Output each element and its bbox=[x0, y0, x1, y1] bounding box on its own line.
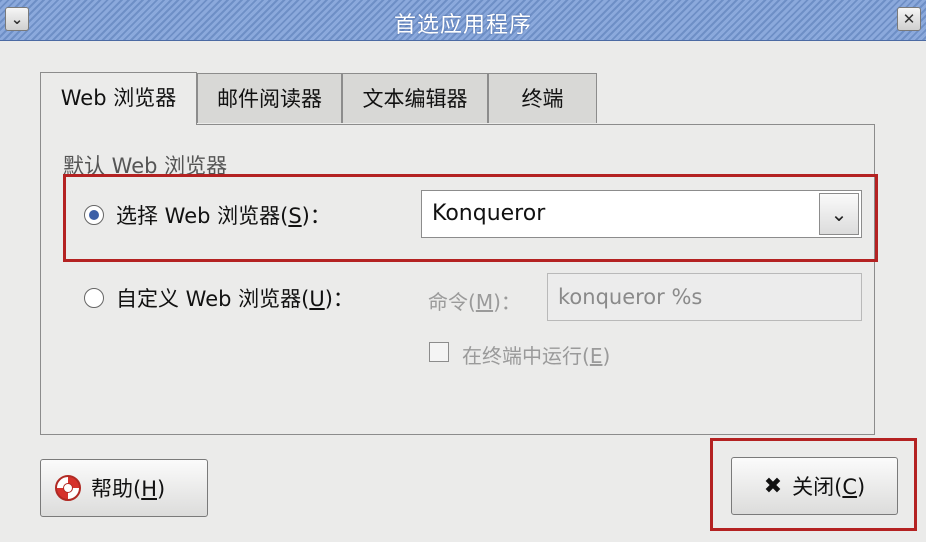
custom-browser-mnemonic: U bbox=[309, 287, 325, 311]
help-mnemonic: H bbox=[141, 477, 157, 501]
command-label: 命令(M)： bbox=[428, 286, 521, 315]
command-input-value: konqueror %s bbox=[558, 285, 703, 309]
command-mnemonic: M bbox=[475, 290, 494, 314]
help-button-label: 帮助(H) bbox=[91, 473, 165, 503]
command-label-text: 命令( bbox=[428, 290, 476, 314]
run-in-terminal-mnemonic: E bbox=[589, 344, 603, 368]
run-in-terminal-label[interactable]: 在终端中运行(E) bbox=[462, 340, 610, 369]
close-icon: ✕ bbox=[902, 10, 916, 28]
tab-web-browser[interactable]: Web 浏览器 bbox=[40, 72, 197, 125]
run-in-terminal-label-suffix: ) bbox=[602, 344, 611, 368]
custom-browser-label-text: 自定义 Web 浏览器( bbox=[116, 287, 310, 311]
run-in-terminal-label-text: 在终端中运行( bbox=[462, 344, 590, 368]
annotation-highlight-select-browser bbox=[63, 174, 878, 262]
custom-browser-radio[interactable] bbox=[84, 288, 104, 308]
command-input[interactable]: konqueror %s bbox=[547, 273, 862, 321]
help-label-text: 帮助( bbox=[91, 477, 142, 501]
lifebuoy-icon bbox=[55, 475, 81, 501]
tab-mail-reader[interactable]: 邮件阅读器 bbox=[197, 73, 342, 123]
custom-browser-label-suffix: )： bbox=[324, 287, 354, 311]
help-label-suffix: ) bbox=[157, 477, 166, 501]
annotation-highlight-close-button bbox=[710, 438, 917, 531]
custom-browser-label[interactable]: 自定义 Web 浏览器(U)： bbox=[116, 283, 354, 313]
help-button[interactable]: 帮助(H) bbox=[40, 459, 208, 517]
tab-terminal[interactable]: 终端 bbox=[488, 73, 597, 123]
title-bar[interactable]: ⌄ 首选应用程序 ✕ bbox=[0, 0, 926, 41]
window-close-button[interactable]: ✕ bbox=[897, 7, 921, 31]
command-label-suffix: )： bbox=[493, 290, 521, 314]
run-in-terminal-checkbox[interactable] bbox=[429, 342, 449, 362]
window-title: 首选应用程序 bbox=[393, 13, 532, 38]
tab-text-editor[interactable]: 文本编辑器 bbox=[342, 73, 488, 123]
